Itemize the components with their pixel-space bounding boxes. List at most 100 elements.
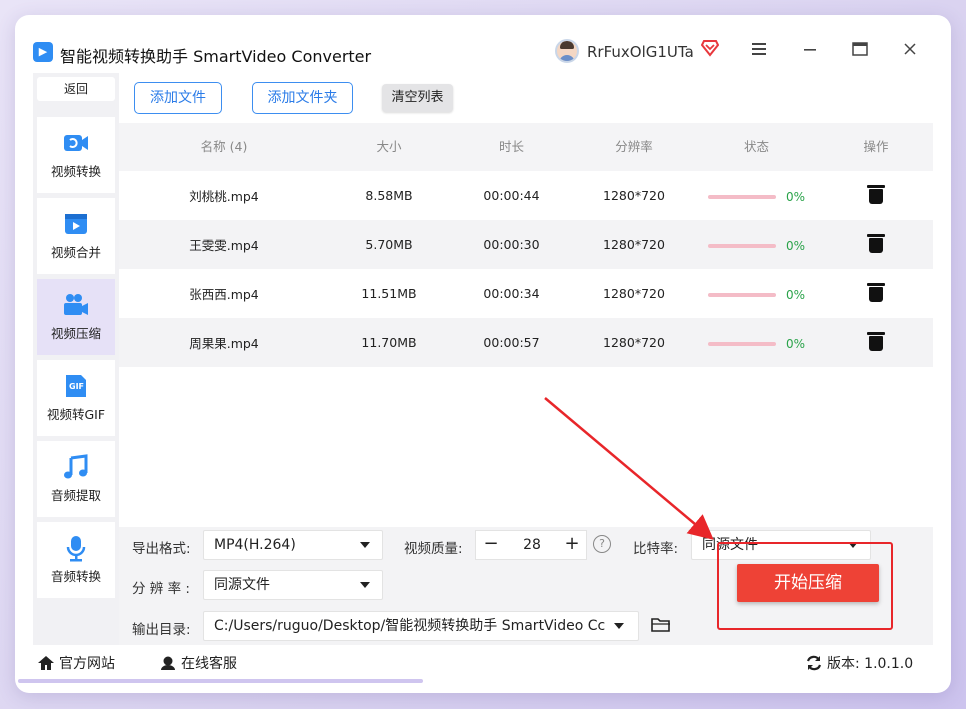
quality-increase-button[interactable]: +	[559, 531, 585, 559]
add-file-button[interactable]: 添加文件	[134, 82, 222, 114]
progress-bar	[707, 195, 776, 199]
folder-icon[interactable]	[651, 617, 671, 633]
vip-diamond-icon[interactable]	[700, 39, 720, 62]
add-folder-button[interactable]: 添加文件夹	[252, 82, 353, 114]
sidebar-item-audio-extract[interactable]: 音频提取	[37, 441, 115, 517]
trash-icon[interactable]	[867, 282, 885, 302]
format-label: 导出格式:	[132, 541, 191, 557]
format-select[interactable]: MP4(H.264)	[203, 530, 383, 560]
sidebar: 返回 视频转换 视频合并 视频压缩 GIF 视频转GIF 音频提取 音频转换	[33, 73, 119, 645]
file-name: 周果果.mp4	[189, 336, 259, 351]
progress-percent: 0%	[785, 190, 806, 204]
video-convert-icon	[64, 135, 88, 151]
progress-bar	[707, 293, 776, 297]
resolution-select[interactable]: 同源文件	[203, 570, 383, 600]
progress-indicator: 0%	[707, 288, 806, 302]
settings-panel: 导出格式: MP4(H.264) 视频质量: − 28 + ? 比特率: 同源文…	[119, 527, 933, 645]
col-size-header: 大小	[376, 139, 402, 154]
chevron-down-icon	[360, 542, 370, 548]
file-size: 11.70MB	[361, 335, 417, 350]
file-duration: 00:00:30	[483, 237, 540, 252]
music-note-icon	[64, 454, 88, 479]
close-icon[interactable]	[898, 39, 922, 63]
version-label: 版本: 1.0.1.0	[827, 656, 914, 672]
progress-percent: 0%	[785, 337, 806, 351]
file-duration: 00:00:44	[483, 188, 540, 203]
footer: 官方网站 在线客服 版本: 1.0.1.0	[33, 645, 933, 679]
refresh-icon	[806, 655, 822, 671]
table-body: 刘桃桃.mp4 8.58MB 00:00:44 1280*720 0% 王雯雯.…	[119, 171, 933, 367]
microphone-icon	[66, 536, 86, 562]
svg-text:GIF: GIF	[69, 382, 84, 391]
minimize-icon[interactable]	[798, 39, 822, 63]
quality-stepper[interactable]: − 28 +	[475, 530, 587, 560]
highlight-box	[717, 542, 893, 630]
app-window: ▶ 智能视频转换助手 SmartVideo Converter RrFuxOlG…	[15, 15, 951, 693]
help-icon[interactable]: ?	[593, 535, 611, 553]
trash-icon[interactable]	[867, 331, 885, 351]
sidebar-item-label: 音频转换	[50, 569, 101, 584]
file-duration: 00:00:34	[483, 286, 540, 301]
output-dir-value: C:/Users/ruguo/Desktop/智能视频转换助手 SmartVid…	[214, 618, 606, 634]
home-icon	[38, 656, 54, 670]
col-action-header: 操作	[863, 139, 889, 154]
table-row[interactable]: 刘桃桃.mp4 8.58MB 00:00:44 1280*720 0%	[119, 171, 933, 220]
official-website-label: 官方网站	[59, 656, 115, 672]
resolution-label: 分 辨 率 :	[132, 581, 190, 597]
col-name-header: 名称 (4)	[200, 139, 248, 154]
file-resolution: 1280*720	[603, 188, 665, 203]
output-dir-select[interactable]: C:/Users/ruguo/Desktop/智能视频转换助手 SmartVid…	[203, 611, 639, 641]
quality-label: 视频质量:	[404, 541, 463, 557]
app-title: 智能视频转换助手 SmartVideo Converter	[60, 47, 372, 66]
video-compress-icon	[64, 294, 88, 315]
maximize-icon[interactable]	[848, 39, 872, 63]
file-size: 8.58MB	[365, 188, 413, 203]
progress-bar	[707, 342, 776, 346]
sidebar-item-audio-convert[interactable]: 音频转换	[37, 522, 115, 598]
clear-list-button[interactable]: 清空列表	[382, 84, 453, 112]
trash-icon[interactable]	[867, 184, 885, 204]
progress-indicator: 0%	[707, 190, 806, 204]
file-name: 刘桃桃.mp4	[189, 189, 259, 204]
sidebar-item-video-compress[interactable]: 视频压缩	[37, 279, 115, 355]
resolution-value: 同源文件	[214, 577, 270, 593]
quality-value[interactable]: 28	[510, 537, 554, 553]
file-name: 张西西.mp4	[189, 287, 259, 302]
sidebar-item-label: 音频提取	[50, 488, 101, 503]
video-merge-icon	[65, 214, 87, 234]
quality-decrease-button[interactable]: −	[478, 531, 504, 559]
bitrate-label: 比特率:	[633, 541, 679, 557]
chevron-down-icon	[614, 623, 624, 629]
sidebar-item-video-gif[interactable]: GIF 视频转GIF	[37, 360, 115, 436]
official-website-link[interactable]: 官方网站	[37, 653, 115, 673]
sidebar-item-video-convert[interactable]: 视频转换	[37, 117, 115, 193]
table-header: 名称 (4) 大小 时长 分辨率 状态 操作	[119, 123, 933, 171]
output-dir-label: 输出目录:	[132, 622, 191, 638]
format-value: MP4(H.264)	[214, 537, 296, 553]
back-button[interactable]: 返回	[37, 77, 115, 101]
sidebar-item-label: 视频转GIF	[46, 407, 106, 422]
progress-bar	[707, 244, 776, 248]
col-resolution-header: 分辨率	[615, 139, 653, 154]
version-info[interactable]: 版本: 1.0.1.0	[805, 653, 913, 673]
table-row[interactable]: 周果果.mp4 11.70MB 00:00:57 1280*720 0%	[119, 318, 933, 367]
menu-icon[interactable]	[747, 39, 771, 63]
file-table: 名称 (4) 大小 时长 分辨率 状态 操作 刘桃桃.mp4 8.58MB 00…	[119, 123, 933, 367]
window-shadow-strip	[18, 679, 423, 683]
file-resolution: 1280*720	[603, 335, 665, 350]
file-size: 11.51MB	[361, 286, 417, 301]
sidebar-item-video-merge[interactable]: 视频合并	[37, 198, 115, 274]
app-logo-icon: ▶	[33, 42, 53, 62]
headset-icon	[161, 656, 175, 670]
progress-indicator: 0%	[707, 239, 805, 253]
table-row[interactable]: 张西西.mp4 11.51MB 00:00:34 1280*720 0%	[119, 269, 933, 318]
table-row[interactable]: 王雯雯.mp4 5.70MB 00:00:30 1280*720 0%	[119, 220, 933, 269]
online-support-link[interactable]: 在线客服	[159, 653, 237, 673]
title-bar: ▶ 智能视频转换助手 SmartVideo Converter RrFuxOlG…	[15, 15, 951, 73]
sidebar-item-label: 视频转换	[50, 164, 101, 179]
progress-percent: 0%	[785, 288, 806, 302]
file-duration: 00:00:57	[483, 335, 540, 350]
user-avatar[interactable]	[555, 39, 579, 63]
trash-icon[interactable]	[867, 233, 885, 253]
username[interactable]: RrFuxOlG1UTa	[587, 43, 694, 61]
